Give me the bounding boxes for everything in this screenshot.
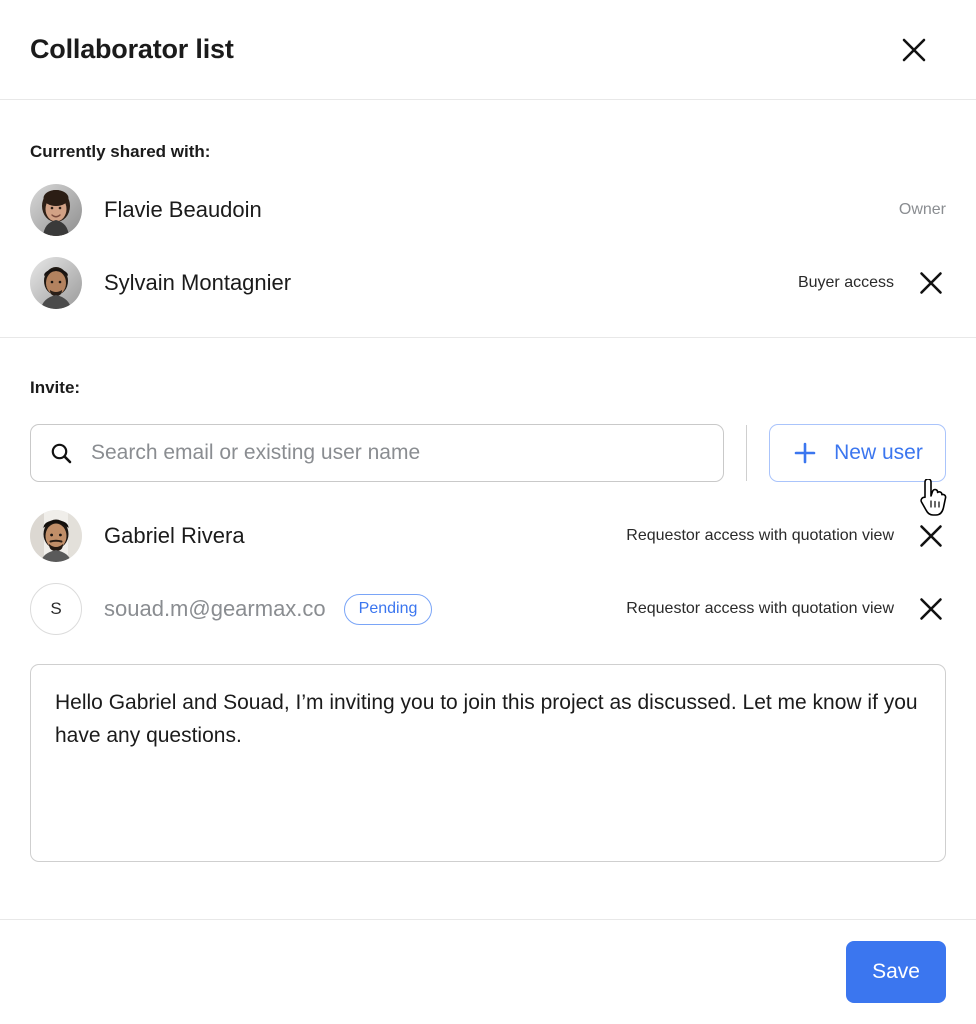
remove-collaborator-button[interactable] — [916, 268, 946, 298]
invite-label: Invite: — [30, 378, 81, 397]
dialog-footer: Save — [0, 919, 976, 1024]
person-name: Sylvain Montagnier — [104, 270, 292, 295]
remove-invitee-button[interactable] — [916, 521, 946, 551]
close-dialog-button[interactable] — [894, 30, 934, 70]
close-icon — [918, 596, 944, 622]
search-box[interactable] — [30, 424, 724, 482]
remove-invitee-button[interactable] — [916, 594, 946, 624]
access-label: Owner — [898, 201, 946, 218]
invitee-name: souad.m@gearmax.co — [104, 596, 326, 621]
shared-person-row: Sylvain Montagnier Buyer access — [30, 257, 946, 309]
access-label: Buyer access — [797, 274, 894, 291]
invitee-row: Gabriel Rivera Requestor access with quo… — [30, 510, 946, 562]
search-input[interactable] — [91, 441, 705, 465]
access-label: Requestor access with quotation view — [626, 527, 894, 544]
avatar-initial: S — [30, 583, 82, 635]
status-badge: Pending — [343, 593, 433, 625]
new-user-button[interactable]: New user — [769, 424, 946, 482]
close-icon — [901, 37, 927, 63]
avatar-photo-sylvain — [30, 257, 82, 309]
avatar — [30, 257, 82, 309]
avatar-photo-flavie — [30, 184, 82, 236]
access-label: Requestor access with quotation view — [626, 600, 894, 617]
invite-section: Invite: New user — [0, 338, 976, 919]
currently-shared-section: Currently shared with: Flavie Beaudoin O… — [0, 100, 976, 338]
person-name: Flavie Beaudoin — [104, 197, 262, 222]
avatar — [30, 184, 82, 236]
avatar-photo-gabriel — [30, 510, 82, 562]
search-icon — [49, 441, 73, 465]
invitee-name: Gabriel Rivera — [104, 523, 245, 548]
currently-shared-label: Currently shared with: — [30, 142, 211, 161]
dialog-header: Collaborator list — [0, 0, 976, 100]
vertical-divider — [746, 425, 747, 481]
invitee-row: S souad.m@gearmax.co Pending Requestor a… — [30, 583, 946, 635]
collaborator-list-dialog: Collaborator list Currently shared with: — [0, 0, 976, 1024]
avatar — [30, 510, 82, 562]
close-icon — [918, 270, 944, 296]
invite-controls: New user — [30, 424, 946, 482]
shared-person-row: Flavie Beaudoin Owner — [30, 184, 946, 236]
new-user-label: New user — [834, 441, 923, 464]
invite-message-textarea[interactable] — [30, 664, 946, 862]
page-title: Collaborator list — [30, 34, 234, 64]
plus-icon — [792, 440, 818, 466]
save-button[interactable]: Save — [846, 941, 946, 1003]
close-icon — [918, 523, 944, 549]
